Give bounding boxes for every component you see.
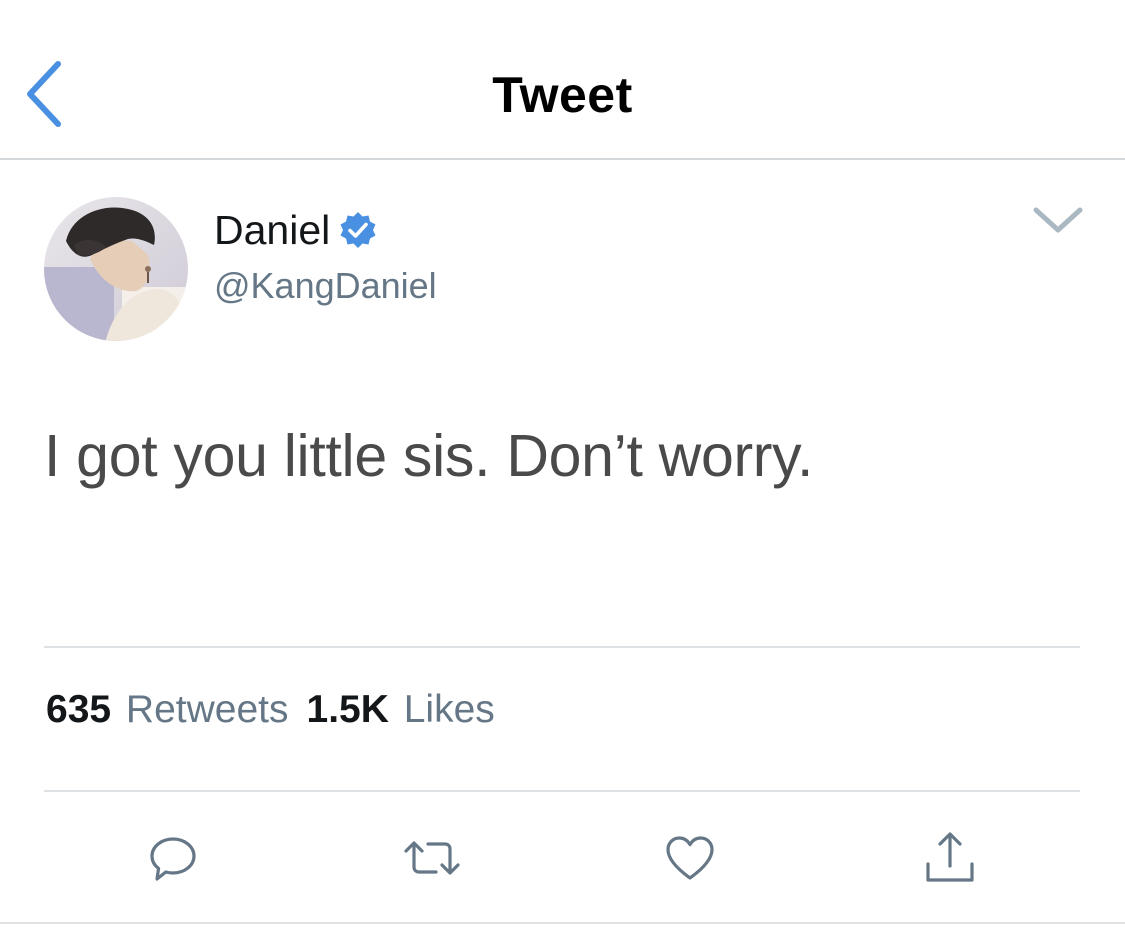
tweet-stats: 635 Retweets 1.5K Likes xyxy=(46,684,495,736)
chevron-down-icon xyxy=(1033,207,1083,233)
tweet-menu-button[interactable] xyxy=(1030,202,1086,238)
tweet-text: I got you little sis. Don’t worry. xyxy=(44,423,814,489)
retweets-stat[interactable]: 635 Retweets xyxy=(46,684,289,736)
retweets-label: Retweets xyxy=(125,688,289,731)
avatar-photo xyxy=(44,197,188,341)
author-display-name: Daniel xyxy=(214,206,331,253)
verified-badge-icon xyxy=(340,212,376,248)
author-name-row[interactable]: Daniel xyxy=(214,204,378,256)
likes-count: 1.5K xyxy=(306,688,389,731)
reply-button[interactable] xyxy=(143,830,203,886)
page-title: Tweet xyxy=(492,67,633,123)
tweet-header: Daniel @KangDaniel xyxy=(0,160,1125,360)
action-bar xyxy=(0,792,1125,922)
retweet-button[interactable] xyxy=(402,830,462,886)
speech-bubble-icon xyxy=(150,837,196,881)
like-button[interactable] xyxy=(660,830,720,886)
divider-top xyxy=(44,646,1080,648)
bottom-divider xyxy=(0,922,1125,924)
heart-icon xyxy=(666,836,714,880)
retweets-count: 635 xyxy=(46,688,112,731)
likes-label: Likes xyxy=(403,688,495,731)
likes-stat[interactable]: 1.5K Likes xyxy=(307,684,495,736)
retweet-arrows-icon xyxy=(404,841,460,875)
avatar[interactable] xyxy=(44,197,188,341)
share-button[interactable] xyxy=(920,830,980,886)
share-upload-icon xyxy=(926,832,974,882)
nav-bar: Tweet xyxy=(0,0,1125,160)
author-handle[interactable]: @KangDaniel xyxy=(214,265,437,307)
